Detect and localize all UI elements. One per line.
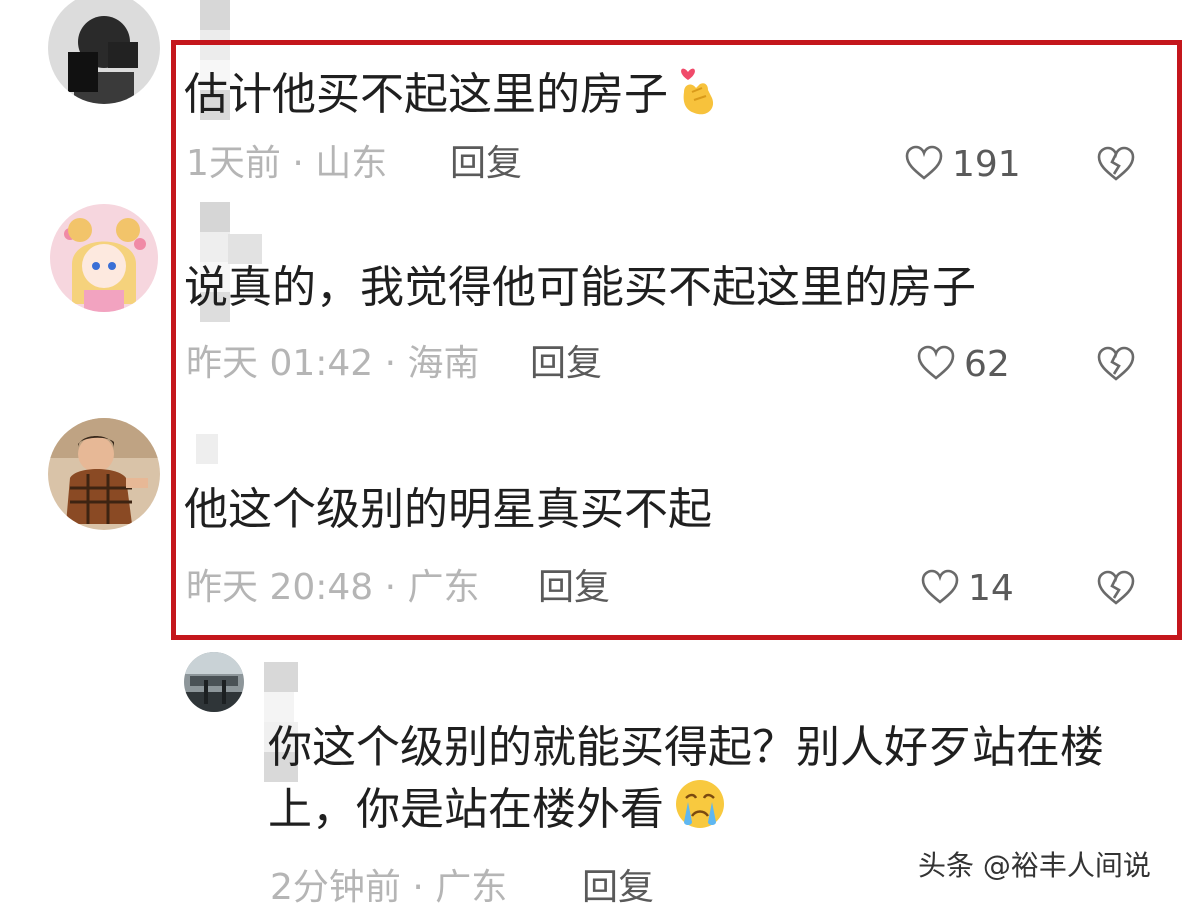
avatar-image-icon bbox=[184, 652, 244, 712]
like-count: 14 bbox=[968, 567, 1014, 609]
username-blurred[interactable] bbox=[200, 202, 230, 322]
finger-heart-emoji-icon bbox=[678, 62, 718, 132]
comment-text: 说真的，我觉得他可能买不起这里的房子 bbox=[184, 262, 976, 313]
reply-button[interactable]: 回复 bbox=[538, 566, 610, 610]
like-button[interactable]: 14 bbox=[920, 566, 1014, 610]
like-button[interactable]: 191 bbox=[904, 142, 1021, 186]
reply-button[interactable]: 回复 bbox=[450, 142, 522, 186]
heart-icon bbox=[905, 145, 943, 180]
broken-heart-icon bbox=[1097, 146, 1135, 181]
dislike-button[interactable] bbox=[1096, 568, 1136, 608]
like-count: 62 bbox=[964, 343, 1010, 385]
avatar[interactable] bbox=[50, 204, 158, 312]
username-blurred[interactable] bbox=[264, 662, 298, 782]
dislike-button[interactable] bbox=[1096, 344, 1136, 384]
comment-text: 他这个级别的明星真买不起 bbox=[184, 484, 712, 535]
comment-meta: 1天前 · 山东 bbox=[186, 143, 388, 184]
avatar-image-icon bbox=[48, 418, 160, 530]
broken-heart-icon bbox=[1097, 570, 1135, 605]
avatar-image-icon bbox=[48, 0, 160, 104]
like-button[interactable]: 62 bbox=[916, 342, 1010, 386]
like-count: 191 bbox=[952, 143, 1021, 185]
avatar[interactable] bbox=[184, 652, 244, 712]
heart-icon bbox=[917, 345, 955, 380]
sub-reply-text: 你这个级别的就能买得起？别人好歹站在楼上，你是站在楼外看 bbox=[268, 718, 1108, 846]
avatar-image-icon bbox=[50, 204, 158, 312]
avatar[interactable] bbox=[48, 0, 160, 104]
comment-meta: 昨天 20:48 · 广东 bbox=[186, 567, 480, 608]
sub-reply-meta: 2分钟前 · 广东 bbox=[270, 867, 508, 908]
reply-button[interactable]: 回复 bbox=[530, 342, 602, 386]
heart-icon bbox=[921, 569, 959, 604]
reply-button[interactable]: 回复 bbox=[582, 866, 654, 910]
username-blurred[interactable] bbox=[200, 0, 230, 120]
crying-face-emoji-icon bbox=[674, 778, 726, 846]
watermark: 头条 @裕丰人间说 bbox=[918, 849, 1151, 882]
dislike-button[interactable] bbox=[1096, 144, 1136, 184]
comment-meta: 昨天 01:42 · 海南 bbox=[186, 343, 480, 384]
comment-text: 估计他买不起这里的房子 bbox=[184, 62, 718, 132]
avatar[interactable] bbox=[48, 418, 160, 530]
username-blurred[interactable] bbox=[196, 434, 218, 464]
broken-heart-icon bbox=[1097, 346, 1135, 381]
